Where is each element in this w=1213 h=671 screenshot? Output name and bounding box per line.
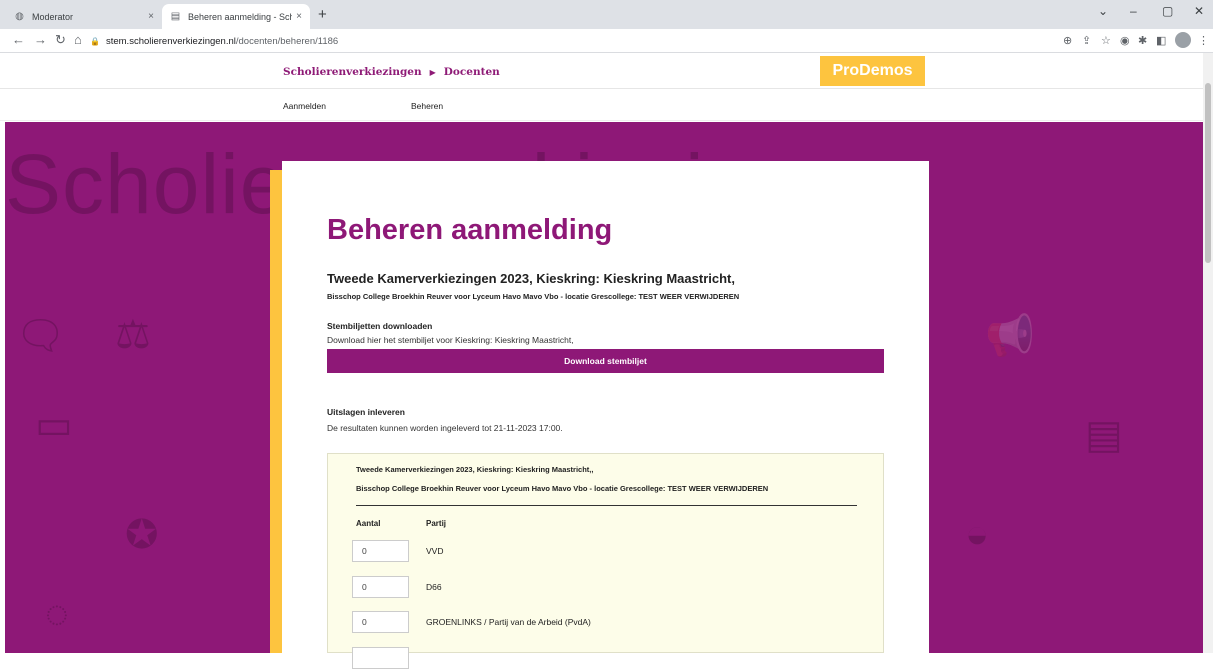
results-heading: Uitslagen inleveren [327,407,405,417]
party-row-partial [352,647,832,671]
scales-icon: ⚖ [115,313,151,357]
zoom-icon[interactable]: ⊕ [1063,34,1072,47]
sign-icon: ▭ [35,403,73,447]
tab-title: Moderator [32,11,74,22]
home-icon[interactable]: ⌂ [74,32,82,47]
results-school-name: Bisschop College Broekhin Reuver voor Ly… [356,484,769,493]
puzzle-icon[interactable]: ✱ [1138,34,1147,47]
results-election-title: Tweede Kamerverkiezingen 2023, Kieskring… [356,465,594,474]
nav-beheren[interactable]: Beheren [411,101,443,111]
school-name: Bisschop College Broekhin Reuver voor Ly… [327,292,740,301]
minimize-icon[interactable]: – [1130,4,1137,18]
scrollbar-thumb[interactable] [1205,83,1211,263]
vote-count-input[interactable] [352,647,409,669]
vote-count-input[interactable] [352,576,409,598]
page-scrollbar[interactable] [1203,53,1213,653]
back-icon[interactable]: ← [12,32,25,47]
menu-kebab-icon[interactable]: ⋮ [1198,34,1209,47]
tab-title: Beheren aanmelding - Scholieren... [188,11,293,22]
url-host: stem.scholierenverkiezingen.nl [105,35,236,47]
breadcrumb-arrow-icon: ▶ [429,67,436,77]
maximize-icon[interactable]: ▢ [1162,4,1173,18]
election-title: Tweede Kamerverkiezingen 2023, Kieskring… [327,271,735,286]
column-header-count: Aantal [356,519,381,528]
necklace-icon: ◌ [45,592,69,636]
sub-navigation: Aanmelden Beheren [0,89,1203,121]
party-name: VVD [426,546,444,556]
breadcrumb-docenten[interactable]: Docenten [444,66,500,78]
divider [356,505,857,506]
results-form: Tweede Kamerverkiezingen 2023, Kieskring… [327,453,884,669]
download-text: Download hier het stembiljet voor Kieskr… [327,335,574,345]
url-path: /docenten/beheren/1186 [235,35,339,47]
vote-count-input[interactable] [352,611,409,633]
sidepanel-icon[interactable]: ◧ [1156,34,1166,47]
tab-search-icon[interactable]: ⌄ [1098,4,1108,18]
site-header: Scholierenverkiezingen ▶ Docenten ProDemos [0,53,1203,89]
tab-beheren[interactable]: ▤ Beheren aanmelding - Scholieren... × [162,4,310,29]
reload-icon[interactable]: ↻ [55,32,66,48]
browser-toolbar: ← → ↻ ⌂ 🔒 stem.scholierenverkiezingen.nl… [0,29,1213,53]
column-header-party: Partij [426,519,447,528]
extension-icon[interactable]: ◉ [1120,34,1130,47]
breadcrumb: Scholierenverkiezingen ▶ Docenten [283,66,500,78]
chat-icon: ▤ [1085,413,1123,457]
tab-close-icon[interactable]: × [296,11,302,22]
new-tab-button[interactable]: + [318,6,327,23]
page-title: Beheren aanmelding [327,214,613,246]
megaphone-icon: 📢 [985,314,1035,358]
burger-icon: ◒ [965,512,990,556]
breadcrumb-scholierenverkiezingen[interactable]: Scholierenverkiezingen [283,66,422,78]
nav-aanmelden[interactable]: Aanmelden [283,101,326,111]
tab-close-icon[interactable]: × [148,11,154,22]
party-name: GROENLINKS / Partij van de Arbeid (PvdA) [426,617,591,627]
tab-moderator[interactable]: ◍ Moderator × [6,4,162,29]
download-heading: Stembiljetten downloaden [327,321,433,331]
results-deadline-text: De resultaten kunnen worden ingeleverd t… [327,423,563,433]
party-row: GROENLINKS / Partij van de Arbeid (PvdA) [352,611,832,635]
party-name: D66 [426,582,442,592]
address-bar[interactable]: 🔒 stem.scholierenverkiezingen.nl/docente… [90,31,1100,51]
eu-stars-icon: ✪ [125,513,159,557]
forward-icon[interactable]: → [34,32,47,47]
prodemos-logo[interactable]: ProDemos [820,56,925,86]
party-row: VVD [352,540,832,564]
vote-count-input[interactable] [352,540,409,562]
party-row: D66 [352,576,832,600]
speech-bubble-icon: 🗨 [15,314,66,358]
share-icon[interactable]: ⇪ [1082,34,1091,47]
globe-icon: ◍ [15,11,24,22]
profile-avatar[interactable] [1175,32,1191,48]
browser-tab-bar: ◍ Moderator × ▤ Beheren aanmelding - Sch… [0,0,1213,29]
download-ballot-button[interactable]: Download stembiljet [327,349,884,373]
lock-icon: 🔒 [90,36,100,46]
bookmark-star-icon[interactable]: ☆ [1101,34,1111,47]
close-window-icon[interactable]: ✕ [1194,4,1204,18]
document-icon: ▤ [170,11,181,22]
card-accent-strip [270,170,282,653]
management-card: Beheren aanmelding Tweede Kamerverkiezin… [282,161,929,669]
